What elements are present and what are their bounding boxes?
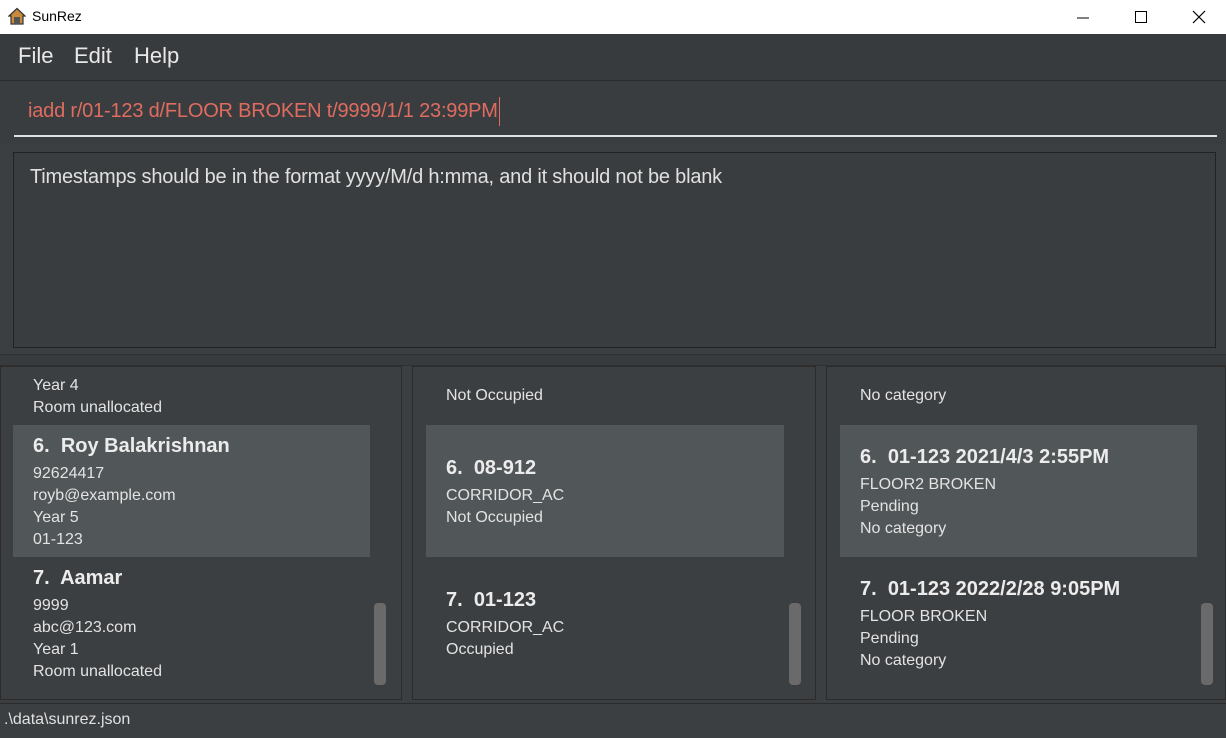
resident-card[interactable]: 6. Roy Balakrishnan 92624417 royb@exampl… (13, 425, 370, 557)
resident-email: abc@123.com (33, 619, 137, 636)
issue-room: 01-123 (887, 446, 951, 468)
command-underline (14, 135, 1217, 137)
room-card[interactable]: 6. 08-912 CORRIDOR_AC Not Occupied (426, 425, 784, 557)
resident-phone: 9999 (33, 597, 69, 614)
room-occupancy: Not Occupied (446, 509, 543, 526)
resident-card-partial[interactable]: Year 4 Room unallocated (13, 379, 370, 425)
resident-name-text: Aamar (60, 567, 123, 589)
resident-email: royb@example.com (33, 487, 176, 504)
issue-index: 6. (860, 446, 877, 468)
room-card[interactable]: 7. 01-123 CORRIDOR_AC Occupied (426, 557, 784, 689)
room-number-text: 08-912 (473, 457, 537, 479)
resident-year: Year 4 (33, 379, 79, 394)
room-occupancy: Not Occupied (446, 387, 543, 404)
split-divider[interactable] (0, 354, 1226, 366)
issue-room: 01-123 (887, 578, 951, 600)
maximize-button[interactable] (1112, 0, 1170, 34)
menu-bar (0, 34, 1226, 81)
room-index: 6. (446, 457, 463, 479)
issue-category: No category (860, 387, 947, 404)
status-bar (0, 703, 1226, 738)
resident-room: Room unallocated (33, 663, 162, 680)
issue-card-partial[interactable]: No category (840, 379, 1197, 425)
resident-index: 6. (33, 435, 50, 457)
room-type: CORRIDOR_AC (446, 619, 565, 636)
resident-scrollbar-thumb[interactable] (374, 603, 386, 685)
resident-room: 01-123 (33, 531, 83, 548)
title-bar (0, 0, 1226, 34)
issue-scrollbar-thumb[interactable] (1201, 603, 1213, 685)
issue-list-panel[interactable]: No category 6. 01-123 2021/4/3 2:55PM FL… (826, 366, 1226, 700)
result-message: Timestamps should be in the format yyyy/… (30, 166, 722, 188)
menu-edit[interactable]: Edit (74, 43, 112, 69)
room-scrollbar-thumb[interactable] (789, 603, 801, 685)
issue-category: No category (860, 520, 947, 537)
resident-index: 7. (33, 567, 50, 589)
menu-help[interactable]: Help (134, 43, 179, 69)
issue-title: 7. 01-123 2022/2/28 9:05PM (860, 578, 1120, 601)
room-number: 7. 01-123 (446, 589, 536, 612)
maximize-icon (1135, 11, 1147, 23)
resident-name-text: Roy Balakrishnan (60, 435, 230, 457)
menu-file[interactable]: File (18, 43, 53, 69)
room-number-text: 01-123 (473, 589, 537, 611)
resident-list-panel[interactable]: Year 4 Room unallocated 6. Roy Balakrish… (0, 366, 402, 700)
issue-card[interactable]: 7. 01-123 2022/2/28 9:05PM FLOOR BROKEN … (840, 557, 1197, 689)
resident-year: Year 1 (33, 641, 79, 658)
issue-description: FLOOR BROKEN (860, 608, 988, 625)
issue-category: No category (860, 652, 947, 669)
issue-timestamp: 2022/2/28 9:05PM (955, 578, 1121, 600)
issue-card[interactable]: 6. 01-123 2021/4/3 2:55PM FLOOR2 BROKEN … (840, 425, 1197, 557)
room-type: CORRIDOR_AC (446, 487, 565, 504)
room-number: 6. 08-912 (446, 457, 536, 480)
resident-name: 6. Roy Balakrishnan (33, 435, 230, 458)
issue-timestamp: 2021/4/3 2:55PM (955, 446, 1110, 468)
app-house-icon (8, 7, 26, 25)
window-title: SunRez (32, 8, 82, 24)
data-file-path: .\data\sunrez.json (4, 711, 131, 728)
issue-description: FLOOR2 BROKEN (860, 476, 997, 493)
resident-card[interactable]: 7. Aamar 9999 abc@123.com Year 1 Room un… (13, 557, 370, 689)
close-icon (1192, 10, 1206, 24)
room-occupancy: Occupied (446, 641, 514, 658)
issue-index: 7. (860, 578, 877, 600)
room-index: 7. (446, 589, 463, 611)
resident-year: Year 5 (33, 509, 79, 526)
room-list-panel[interactable]: Not Occupied 6. 08-912 CORRIDOR_AC Not O… (412, 366, 816, 700)
close-button[interactable] (1170, 0, 1226, 34)
minimize-button[interactable] (1054, 0, 1112, 34)
command-input[interactable]: iadd r/01-123 d/FLOOR BROKEN t/9999/1/1 … (28, 100, 498, 123)
room-card-partial[interactable]: Not Occupied (426, 379, 784, 425)
minimize-icon (1077, 17, 1089, 19)
resident-room: Room unallocated (33, 399, 162, 416)
issue-status: Pending (860, 630, 919, 647)
issue-status: Pending (860, 498, 919, 515)
resident-phone: 92624417 (33, 465, 105, 482)
resident-name: 7. Aamar (33, 567, 122, 590)
text-caret (499, 97, 500, 126)
issue-title: 6. 01-123 2021/4/3 2:55PM (860, 446, 1109, 469)
